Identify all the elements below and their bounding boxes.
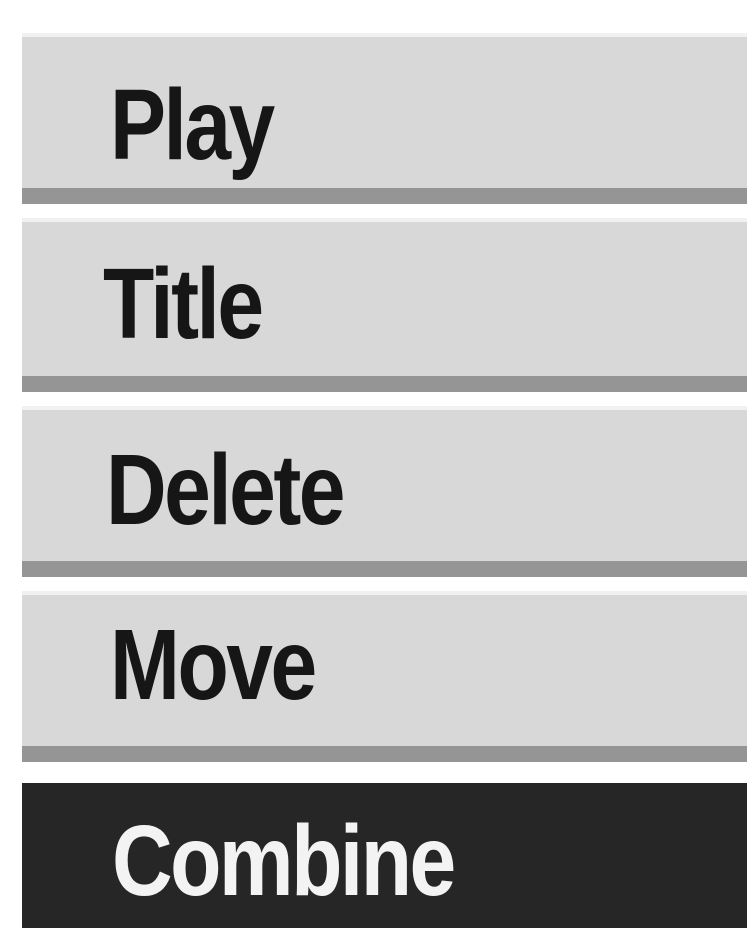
- menu-item-play[interactable]: Play: [22, 37, 747, 204]
- menu-item-delete[interactable]: Delete: [22, 410, 747, 577]
- context-menu: Play Title Delete Move Combine: [0, 0, 747, 928]
- menu-item-label: Move: [110, 609, 317, 721]
- menu-item-combine[interactable]: Combine: [22, 783, 747, 928]
- menu-item-label: Delete: [106, 434, 346, 546]
- menu-item-move[interactable]: Move: [22, 595, 747, 762]
- menu-item-label: Combine: [112, 805, 456, 917]
- menu-item-title[interactable]: Title: [22, 222, 747, 392]
- menu-item-label: Title: [103, 248, 264, 360]
- menu-item-label: Play: [110, 69, 275, 181]
